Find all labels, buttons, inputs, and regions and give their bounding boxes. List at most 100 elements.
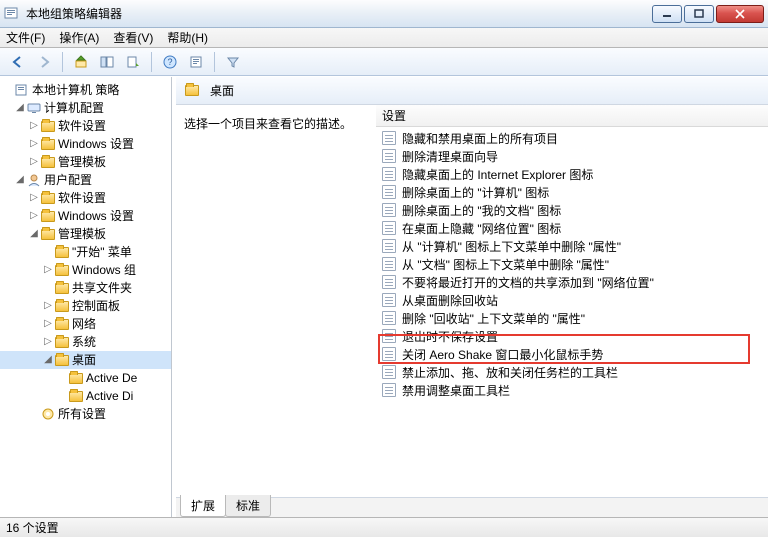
setting-item-label: 在桌面上隐藏 "网络位置" 图标 (402, 220, 561, 237)
policy-item-icon (382, 185, 396, 199)
tree-admin-templates[interactable]: ▷管理模板 (0, 153, 171, 171)
tree-system[interactable]: ▷系统 (0, 333, 171, 351)
policy-icon (14, 82, 30, 98)
policy-item-icon (382, 167, 396, 181)
setting-item[interactable]: 从 "文档" 图标上下文菜单中删除 "属性" (376, 255, 768, 273)
setting-item-label: 隐藏桌面上的 Internet Explorer 图标 (402, 166, 593, 183)
setting-item[interactable]: 禁止添加、拖、放和关闭任务栏的工具栏 (376, 363, 768, 381)
tree-software-settings-user[interactable]: ▷软件设置 (0, 189, 171, 207)
help-button[interactable]: ? (158, 51, 182, 73)
setting-item[interactable]: 禁用调整桌面工具栏 (376, 381, 768, 399)
setting-item-label: 删除清理桌面向导 (402, 148, 498, 165)
policy-item-icon (382, 311, 396, 325)
user-icon (26, 172, 42, 188)
policy-item-icon (382, 347, 396, 361)
tab-standard[interactable]: 标准 (225, 495, 271, 517)
tree-active-directory[interactable]: Active Di (0, 387, 171, 405)
maximize-button[interactable] (684, 5, 714, 23)
policy-item-icon (382, 257, 396, 271)
policy-item-icon (382, 131, 396, 145)
setting-item-label: 从桌面删除回收站 (402, 292, 498, 309)
forward-button[interactable] (32, 51, 56, 73)
menubar: 文件(F) 操作(A) 查看(V) 帮助(H) (0, 28, 768, 48)
menu-help[interactable]: 帮助(H) (167, 29, 208, 46)
show-hide-tree-button[interactable] (95, 51, 119, 73)
setting-item[interactable]: 在桌面上隐藏 "网络位置" 图标 (376, 219, 768, 237)
tree-user-config[interactable]: ◢用户配置 (0, 171, 171, 189)
setting-item[interactable]: 删除桌面上的 "计算机" 图标 (376, 183, 768, 201)
titlebar: 本地组策略编辑器 (0, 0, 768, 28)
setting-item[interactable]: 删除 "回收站" 上下文菜单的 "属性" (376, 309, 768, 327)
setting-item-label: 隐藏和禁用桌面上的所有项目 (402, 130, 558, 147)
policy-item-icon (382, 275, 396, 289)
tree-pane: 本地计算机 策略 ◢计算机配置 ▷软件设置 ▷Windows 设置 ▷管理模板 … (0, 77, 172, 517)
setting-item-label: 删除桌面上的 "我的文档" 图标 (402, 202, 561, 219)
window-title: 本地组策略编辑器 (26, 5, 650, 22)
description-pane: 选择一个项目来查看它的描述。 (176, 105, 376, 497)
policy-item-icon (382, 239, 396, 253)
close-button[interactable] (716, 5, 764, 23)
setting-item-label: 禁止添加、拖、放和关闭任务栏的工具栏 (402, 364, 618, 381)
tree-all-settings[interactable]: 所有设置 (0, 405, 171, 423)
toolbar: ? (0, 48, 768, 76)
settings-list: 隐藏和禁用桌面上的所有项目删除清理桌面向导隐藏桌面上的 Internet Exp… (376, 127, 768, 497)
minimize-button[interactable] (652, 5, 682, 23)
setting-item[interactable]: 隐藏桌面上的 Internet Explorer 图标 (376, 165, 768, 183)
setting-item[interactable]: 删除桌面上的 "我的文档" 图标 (376, 201, 768, 219)
menu-view[interactable]: 查看(V) (113, 29, 153, 46)
folder-icon (184, 83, 200, 99)
computer-icon (26, 100, 42, 116)
policy-item-icon (382, 383, 396, 397)
tree-label: 本地计算机 策略 (32, 81, 119, 99)
export-list-button[interactable] (121, 51, 145, 73)
tree-shared-folders[interactable]: 共享文件夹 (0, 279, 171, 297)
menu-action[interactable]: 操作(A) (59, 29, 99, 46)
tree-desktop[interactable]: ◢桌面 (0, 351, 171, 369)
statusbar: 16 个设置 (0, 517, 768, 537)
setting-item-label: 禁用调整桌面工具栏 (402, 382, 510, 399)
filter-button[interactable] (221, 51, 245, 73)
tree-windows-settings-user[interactable]: ▷Windows 设置 (0, 207, 171, 225)
policy-item-icon (382, 149, 396, 163)
setting-item[interactable]: 关闭 Aero Shake 窗口最小化鼠标手势 (376, 345, 768, 363)
tree-network[interactable]: ▷网络 (0, 315, 171, 333)
svg-text:?: ? (167, 57, 172, 67)
content-header-label: 桌面 (210, 82, 234, 99)
setting-item[interactable]: 隐藏和禁用桌面上的所有项目 (376, 129, 768, 147)
tree-computer-config[interactable]: ◢计算机配置 (0, 99, 171, 117)
back-button[interactable] (6, 51, 30, 73)
all-settings-icon (40, 406, 56, 422)
tree-windows-components[interactable]: ▷Windows 组 (0, 261, 171, 279)
app-icon (4, 6, 20, 22)
content-header: 桌面 (176, 77, 768, 105)
setting-item-label: 从 "文档" 图标上下文菜单中删除 "属性" (402, 256, 609, 273)
policy-item-icon (382, 329, 396, 343)
tree-start-menu[interactable]: "开始" 菜单 (0, 243, 171, 261)
setting-item-label: 删除 "回收站" 上下文菜单的 "属性" (402, 310, 585, 327)
setting-item[interactable]: 从 "计算机" 图标上下文菜单中删除 "属性" (376, 237, 768, 255)
tree-windows-settings[interactable]: ▷Windows 设置 (0, 135, 171, 153)
menu-file[interactable]: 文件(F) (6, 29, 45, 46)
properties-button[interactable] (184, 51, 208, 73)
tab-extended[interactable]: 扩展 (180, 495, 226, 517)
tree-admin-templates-user[interactable]: ◢管理模板 (0, 225, 171, 243)
up-button[interactable] (69, 51, 93, 73)
tree-software-settings[interactable]: ▷软件设置 (0, 117, 171, 135)
setting-item[interactable]: 退出时不保存设置 (376, 327, 768, 345)
tree-active-desktop[interactable]: Active De (0, 369, 171, 387)
tree-root[interactable]: 本地计算机 策略 (0, 81, 171, 99)
policy-item-icon (382, 203, 396, 217)
policy-item-icon (382, 221, 396, 235)
setting-item-label: 关闭 Aero Shake 窗口最小化鼠标手势 (402, 346, 603, 363)
setting-item-label: 删除桌面上的 "计算机" 图标 (402, 184, 549, 201)
setting-item[interactable]: 删除清理桌面向导 (376, 147, 768, 165)
column-header-setting: 设置 (382, 107, 406, 124)
setting-item[interactable]: 从桌面删除回收站 (376, 291, 768, 309)
right-pane: 桌面 选择一个项目来查看它的描述。 设置 隐藏和禁用桌面上的所有项目删除清理桌面… (176, 77, 768, 517)
setting-item[interactable]: 不要将最近打开的文档的共享添加到 "网络位置" (376, 273, 768, 291)
policy-item-icon (382, 293, 396, 307)
view-tabs: 扩展 标准 (176, 497, 768, 517)
tree-control-panel[interactable]: ▷控制面板 (0, 297, 171, 315)
setting-item-label: 不要将最近打开的文档的共享添加到 "网络位置" (402, 274, 654, 291)
list-header[interactable]: 设置 (376, 105, 768, 127)
